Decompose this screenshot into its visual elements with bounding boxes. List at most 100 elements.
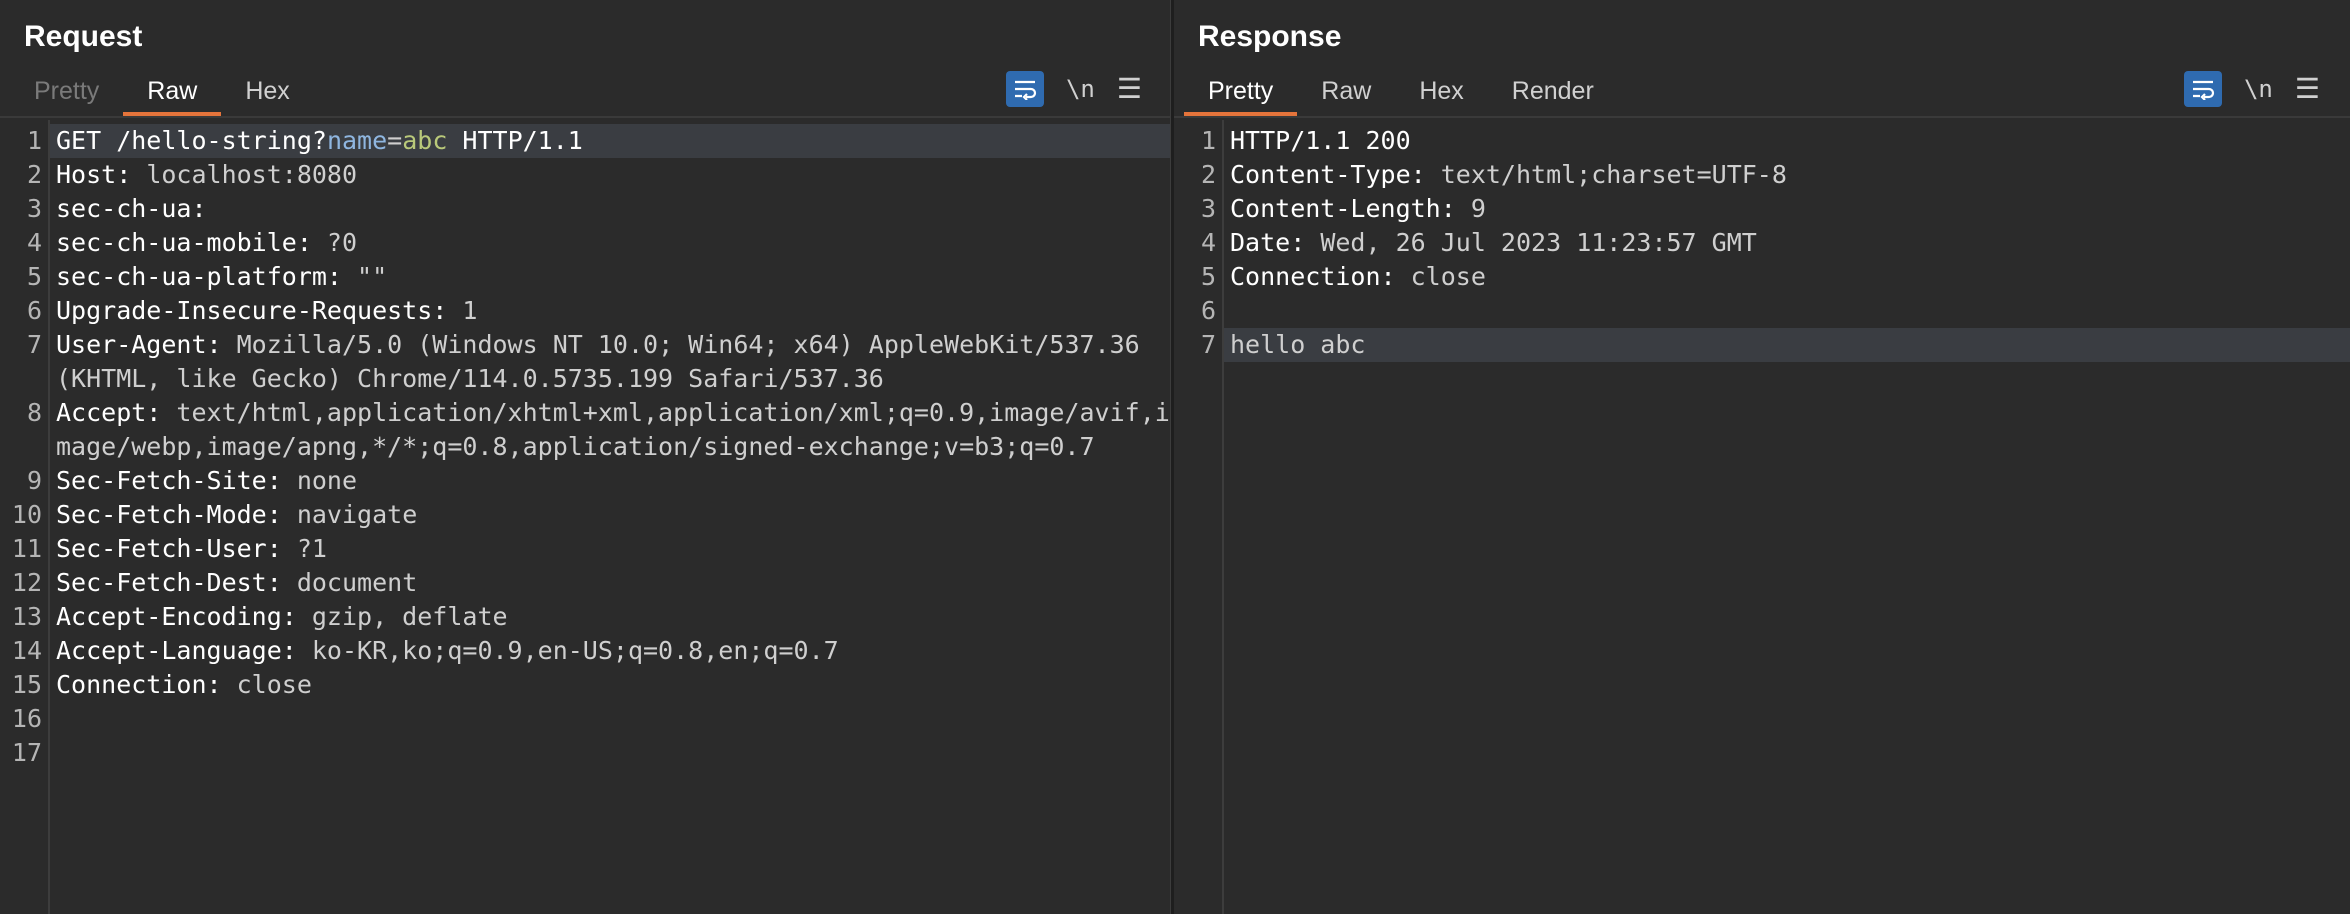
response-header-line: 4 Date: Wed, 26 Jul 2023 11:23:57 GMT [1174, 226, 2350, 260]
response-title: Response [1198, 20, 1342, 53]
header-name: sec-ch-ua-platform: [56, 262, 342, 291]
request-header-line: 8 Accept: text/html,application/xhtml+xml… [0, 396, 1170, 464]
header-value: Mozilla/5.0 (Windows NT 10.0; Win64; x64… [56, 330, 1155, 393]
line-number: 14 [11, 636, 42, 665]
header-value: gzip, deflate [296, 602, 508, 631]
tab-request-hex[interactable]: Hex [221, 70, 313, 116]
tab-request-pretty[interactable]: Pretty [10, 70, 123, 116]
response-pane: Response Pretty Raw Hex Render \n ☰ 1 HTT… [1174, 0, 2350, 914]
newline-toggle-button[interactable]: \n [2244, 75, 2273, 103]
header-name: Connection: [56, 670, 222, 699]
line-number: 11 [11, 534, 42, 563]
header-name: Sec-Fetch-Site: [56, 466, 282, 495]
response-header-line: 5 Connection: close [1174, 260, 2350, 294]
request-header-line: 12 Sec-Fetch-Dest: document [0, 566, 1170, 600]
header-name: Accept: [56, 398, 162, 427]
request-toolbar: \n ☰ [1005, 70, 1142, 108]
header-name: Sec-Fetch-Mode: [56, 500, 282, 529]
line-number: 3 [26, 194, 42, 223]
hamburger-menu-icon[interactable]: ☰ [2295, 75, 2320, 103]
query-param-name: name [326, 126, 388, 155]
header-name: Accept-Encoding: [56, 602, 297, 631]
response-toolbar: \n ☰ [2183, 70, 2320, 108]
tab-response-pretty[interactable]: Pretty [1184, 70, 1298, 116]
tab-response-hex[interactable]: Hex [1395, 70, 1487, 116]
line-number: 6 [1200, 296, 1216, 325]
header-value: 9 [1455, 194, 1486, 223]
line-number: 4 [1200, 228, 1216, 257]
line-number: 2 [1200, 160, 1216, 189]
word-wrap-icon[interactable] [2183, 71, 2222, 107]
request-title: Request [24, 20, 143, 53]
line-number: 8 [26, 398, 42, 427]
line-number: 10 [11, 500, 42, 529]
request-header-line: 7 User-Agent: Mozilla/5.0 (Windows NT 10.… [0, 328, 1170, 396]
line-number: 1 [26, 126, 42, 155]
header-name: sec-ch-ua-mobile: [56, 228, 312, 257]
newline-toggle-button[interactable]: \n [1066, 75, 1095, 103]
request-method-path: GET /hello-string? [56, 126, 327, 155]
header-value: ?0 [311, 228, 358, 257]
header-value: navigate [281, 500, 418, 529]
header-value: close [221, 670, 312, 699]
line-number: 6 [26, 296, 42, 325]
query-param-equals: = [387, 126, 403, 155]
query-param-value: abc [402, 126, 448, 155]
request-header-line: 11 Sec-Fetch-User: ?1 [0, 532, 1170, 566]
line-number: 17 [11, 738, 42, 767]
header-value: text/html;charset=UTF-8 [1425, 160, 1787, 189]
request-tab-divider [0, 116, 1170, 118]
line-number: 2 [26, 160, 42, 189]
line-number: 1 [1200, 126, 1216, 155]
header-value: Wed, 26 Jul 2023 11:23:57 GMT [1305, 228, 1757, 257]
tab-response-raw[interactable]: Raw [1297, 70, 1395, 116]
request-header-line: 9 Sec-Fetch-Site: none [0, 464, 1170, 498]
line-number: 13 [11, 602, 42, 631]
header-value: none [281, 466, 358, 495]
line-number: 5 [26, 262, 42, 291]
header-name: Host: [56, 160, 132, 189]
request-code: 1 GET /hello-string?name=abc HTTP/1.1 2H… [0, 124, 1170, 770]
request-header-line: 13 Accept-Encoding: gzip, deflate [0, 600, 1170, 634]
line-number: 16 [11, 704, 42, 733]
request-header-line: 6 Upgrade-Insecure-Requests: 1 [0, 294, 1170, 328]
header-value: document [281, 568, 418, 597]
header-name: Accept-Language: [56, 636, 297, 665]
header-value: close [1395, 262, 1486, 291]
response-header-line: 2 Content-Type: text/html;charset=UTF-8 [1174, 158, 2350, 192]
request-tabs: Pretty Raw Hex [10, 70, 314, 118]
header-name: sec-ch-ua: [56, 194, 207, 223]
response-body-line: 7 hello abc [1174, 328, 2350, 362]
line-number: 9 [26, 466, 42, 495]
status-text: HTTP/1.1 200 [1230, 126, 1411, 155]
response-empty-line: 6 [1174, 294, 2350, 328]
header-name: Upgrade-Insecure-Requests: [56, 296, 448, 325]
header-name: Content-Type: [1230, 160, 1426, 189]
response-tab-divider [1174, 116, 2350, 118]
line-number: 12 [11, 568, 42, 597]
header-name: Sec-Fetch-Dest: [56, 568, 282, 597]
hamburger-menu-icon[interactable]: ☰ [1117, 75, 1142, 103]
header-value: ko-KR,ko;q=0.9,en-US;q=0.8,en;q=0.7 [296, 636, 839, 665]
request-pane: Request Pretty Raw Hex \n ☰ 1 GET /hello… [0, 0, 1170, 914]
line-number: 15 [11, 670, 42, 699]
response-editor[interactable]: 1 HTTP/1.1 200 2 Content-Type: text/html;c… [1174, 120, 2350, 914]
line-number: 7 [1200, 330, 1216, 359]
request-header-line: 5 sec-ch-ua-platform: "" [0, 260, 1170, 294]
request-header-line: 2 Host: localhost:8080 [0, 158, 1170, 192]
request-editor[interactable]: 1 GET /hello-string?name=abc HTTP/1.1 2H… [0, 120, 1170, 914]
header-value: ?1 [281, 534, 327, 563]
request-header-line: 10 Sec-Fetch-Mode: navigate [0, 498, 1170, 532]
request-header-line: 4 sec-ch-ua-mobile: ?0 [0, 226, 1170, 260]
header-name: Content-Length: [1230, 194, 1456, 223]
request-header-line: 3 sec-ch-ua: [0, 192, 1170, 226]
response-status-line: 1 HTTP/1.1 200 [1174, 124, 2350, 158]
http-version: HTTP/1.1 [447, 126, 583, 155]
header-name: Connection: [1230, 262, 1396, 291]
header-name: Date: [1230, 228, 1306, 257]
tab-request-raw[interactable]: Raw [123, 70, 222, 116]
tab-response-render[interactable]: Render [1488, 70, 1618, 116]
header-name: Sec-Fetch-User: [56, 534, 282, 563]
request-line: 1 GET /hello-string?name=abc HTTP/1.1 [0, 124, 1170, 158]
word-wrap-icon[interactable] [1005, 71, 1044, 107]
